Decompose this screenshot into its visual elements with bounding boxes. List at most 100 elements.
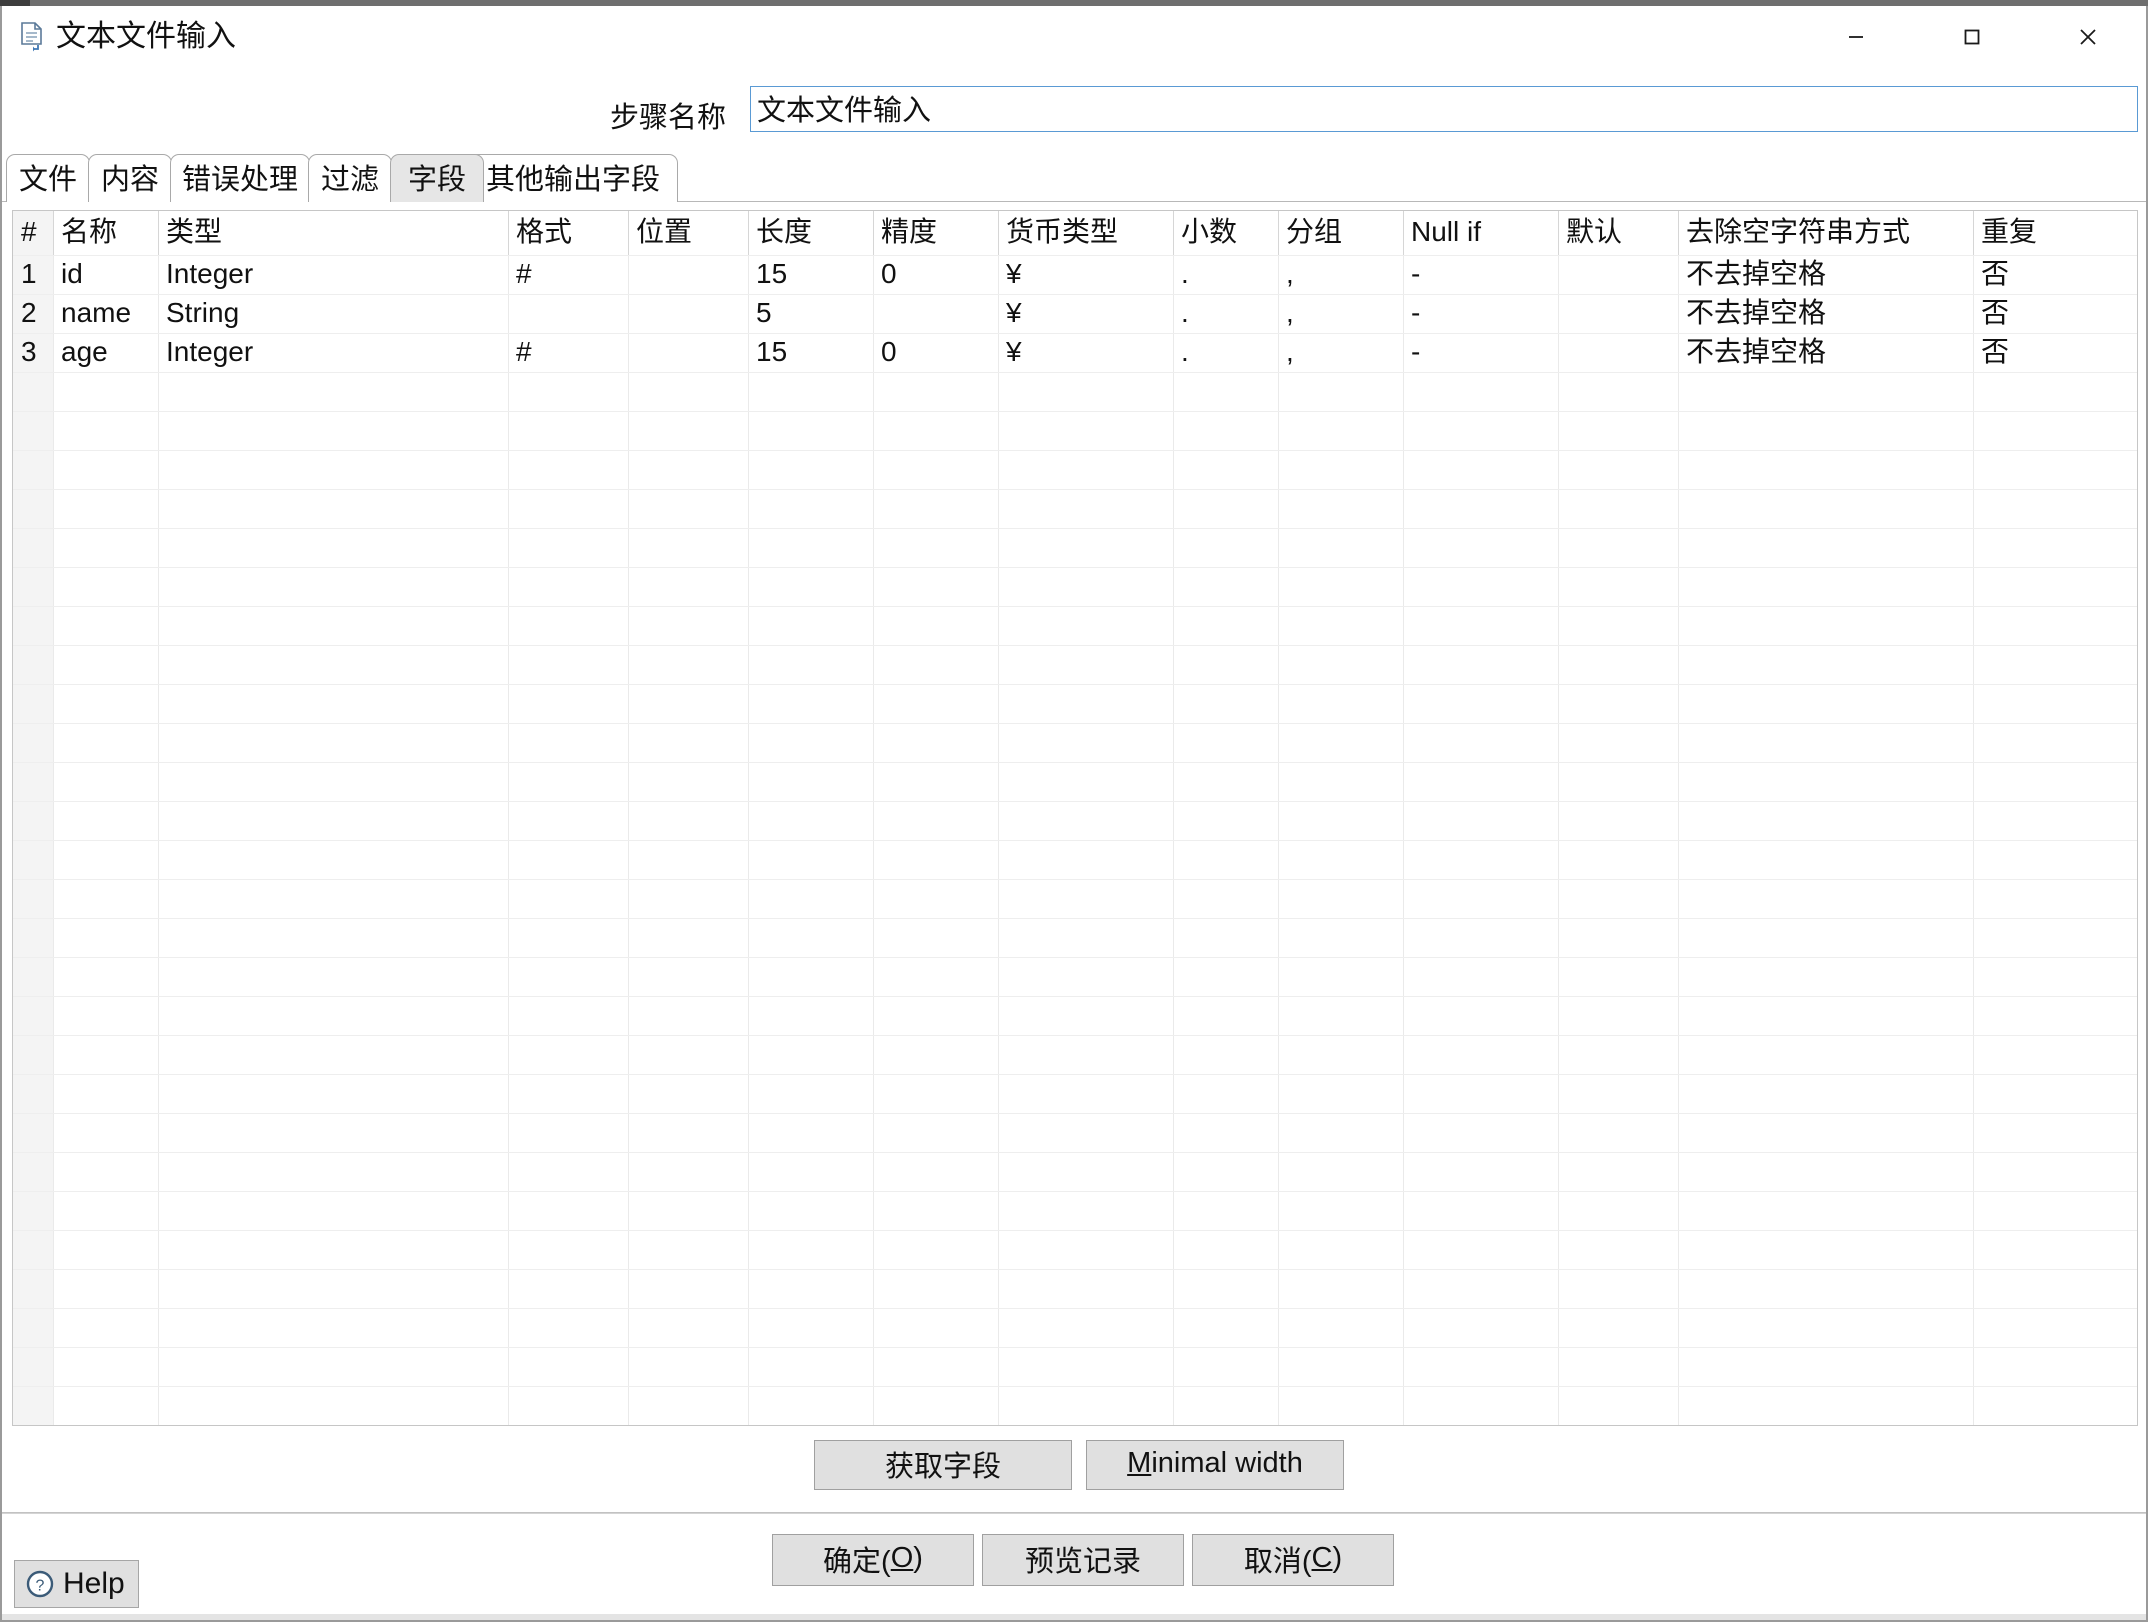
column-header-6[interactable]: 精度 (881, 217, 996, 247)
cell-r0-format[interactable]: # (516, 259, 626, 289)
tab-5[interactable]: 其他输出字段 (468, 154, 678, 202)
cell-r0-currency[interactable]: ¥ (1006, 259, 1171, 289)
cell-r0-decimal[interactable]: . (1181, 259, 1276, 289)
cell-r2-repeat[interactable]: 否 (1981, 337, 2135, 367)
svg-text:?: ? (36, 1578, 45, 1595)
cell-r1-group[interactable]: , (1286, 298, 1401, 328)
cell-r0-type[interactable]: Integer (166, 259, 506, 289)
cell-r0-trim[interactable]: 不去掉空格 (1686, 259, 1971, 289)
column-header-2[interactable]: 类型 (166, 217, 506, 247)
cell-r1-repeat[interactable]: 否 (1981, 298, 2135, 328)
close-button[interactable] (2030, 6, 2146, 68)
grid-hline-28 (13, 1347, 2137, 1348)
fields-table[interactable]: # 名称 类型 格式 位置 长度 精度 货币类型 小数 分组 Null if 默认 去除空字符串方式 重复… (12, 210, 2138, 1426)
title-bar-left: 文本文件输入 (20, 22, 236, 52)
cell-r2-decimal[interactable]: . (1181, 337, 1276, 367)
grid-vline-5 (748, 211, 749, 1425)
grid-vline-12 (1678, 211, 1679, 1425)
tab-3[interactable]: 过滤 (308, 154, 392, 202)
grid-hline-20 (13, 1035, 2137, 1036)
cell-r1-trim[interactable]: 不去掉空格 (1686, 298, 1971, 328)
window-controls (1798, 6, 2146, 68)
cell-r0-group[interactable]: , (1286, 259, 1401, 289)
column-header-12[interactable]: 去除空字符串方式 (1686, 217, 1971, 247)
cell-r1-decimal[interactable]: . (1181, 298, 1276, 328)
help-button[interactable]: ? Help (14, 1560, 139, 1608)
cell-r1-currency[interactable]: ¥ (1006, 298, 1171, 328)
minimal-width-button[interactable]: Minimal width (1086, 1440, 1344, 1490)
tab-4[interactable]: 字段 (390, 154, 484, 202)
grid-hline-7 (13, 528, 2137, 529)
tab-2[interactable]: 错误处理 (170, 154, 310, 202)
column-header-5[interactable]: 长度 (756, 217, 871, 247)
cell-r2-trim[interactable]: 不去掉空格 (1686, 337, 1971, 367)
grid-header-vline-9 (1278, 211, 1279, 255)
grid-hline-12 (13, 723, 2137, 724)
grid-header-vline-3 (508, 211, 509, 255)
grid-header-vline-10 (1403, 211, 1404, 255)
column-header-13[interactable]: 重复 (1981, 217, 2135, 247)
cell-r0-name[interactable]: id (61, 259, 156, 289)
cell-r0-num[interactable]: 1 (21, 259, 51, 289)
cell-r2-length[interactable]: 15 (756, 337, 871, 367)
ok-button[interactable]: 确定(O) (772, 1534, 974, 1586)
cell-r2-null_if[interactable]: - (1411, 337, 1556, 367)
grid-header-vline-6 (873, 211, 874, 255)
grid-vline-11 (1558, 211, 1559, 1425)
cell-r0-repeat[interactable]: 否 (1981, 259, 2135, 289)
cancel-button[interactable]: 取消(C) (1192, 1534, 1394, 1586)
cell-r0-precision[interactable]: 0 (881, 259, 996, 289)
maximize-button[interactable] (1914, 6, 2030, 68)
column-header-0[interactable]: # (21, 217, 51, 247)
cell-r2-precision[interactable]: 0 (881, 337, 996, 367)
column-header-9[interactable]: 分组 (1286, 217, 1401, 247)
ok-label-suffix: ) (913, 1542, 923, 1574)
get-fields-button[interactable]: 获取字段 (814, 1440, 1072, 1490)
dialog-buttons: 确定(O) 预览记录 取消(C) (2, 1528, 2146, 1588)
cell-r2-name[interactable]: age (61, 337, 156, 367)
step-name-input[interactable] (750, 86, 2138, 132)
row-number-column-background (13, 211, 53, 1425)
grid-hline-3 (13, 372, 2137, 373)
column-header-7[interactable]: 货币类型 (1006, 217, 1171, 247)
tab-1[interactable]: 内容 (88, 154, 172, 202)
grid-vline-1 (53, 211, 54, 1425)
cell-r2-format[interactable]: # (516, 337, 626, 367)
cell-r2-currency[interactable]: ¥ (1006, 337, 1171, 367)
column-header-10[interactable]: Null if (1411, 217, 1556, 247)
tab-label: 过滤 (320, 164, 379, 196)
cell-r0-length[interactable]: 15 (756, 259, 871, 289)
grid-vline-4 (628, 211, 629, 1425)
column-header-1[interactable]: 名称 (61, 217, 156, 247)
grid-hline-4 (13, 411, 2137, 412)
grid-hline-11 (13, 684, 2137, 685)
grid-vline-13 (1973, 211, 1974, 1425)
column-header-3[interactable]: 格式 (516, 217, 626, 247)
ok-mnemonic: O (890, 1542, 914, 1574)
cell-r2-group[interactable]: , (1286, 337, 1401, 367)
grid-hline-17 (13, 918, 2137, 919)
grid-hline-8 (13, 567, 2137, 568)
cell-r0-null_if[interactable]: - (1411, 259, 1556, 289)
cell-r1-type[interactable]: String (166, 298, 506, 328)
cell-r1-null_if[interactable]: - (1411, 298, 1556, 328)
text-file-input-dialog: 文本文件输入 步骤名称 文本文件输入 文件 内容 错误处理 过滤 字段 其他输出… (0, 0, 2148, 1622)
cell-r1-length[interactable]: 5 (756, 298, 871, 328)
preview-records-button[interactable]: 预览记录 (982, 1534, 1184, 1586)
cell-r2-type[interactable]: Integer (166, 337, 506, 367)
minimize-button[interactable] (1798, 6, 1914, 68)
grid-hline-13 (13, 762, 2137, 763)
column-header-4[interactable]: 位置 (636, 217, 746, 247)
column-header-11[interactable]: 默认 (1566, 217, 1676, 247)
grid-vline-10 (1403, 211, 1404, 1425)
grid-hline-19 (13, 996, 2137, 997)
tab-0[interactable]: 文件 (6, 154, 90, 202)
cell-r2-num[interactable]: 3 (21, 337, 51, 367)
column-header-8[interactable]: 小数 (1181, 217, 1276, 247)
grid-hline-22 (13, 1113, 2137, 1114)
cell-r1-name[interactable]: name (61, 298, 156, 328)
cell-r1-num[interactable]: 2 (21, 298, 51, 328)
title-bar: 文本文件输入 (2, 6, 2146, 75)
step-name-row: 步骤名称 (2, 86, 2146, 138)
grid-hline-15 (13, 840, 2137, 841)
